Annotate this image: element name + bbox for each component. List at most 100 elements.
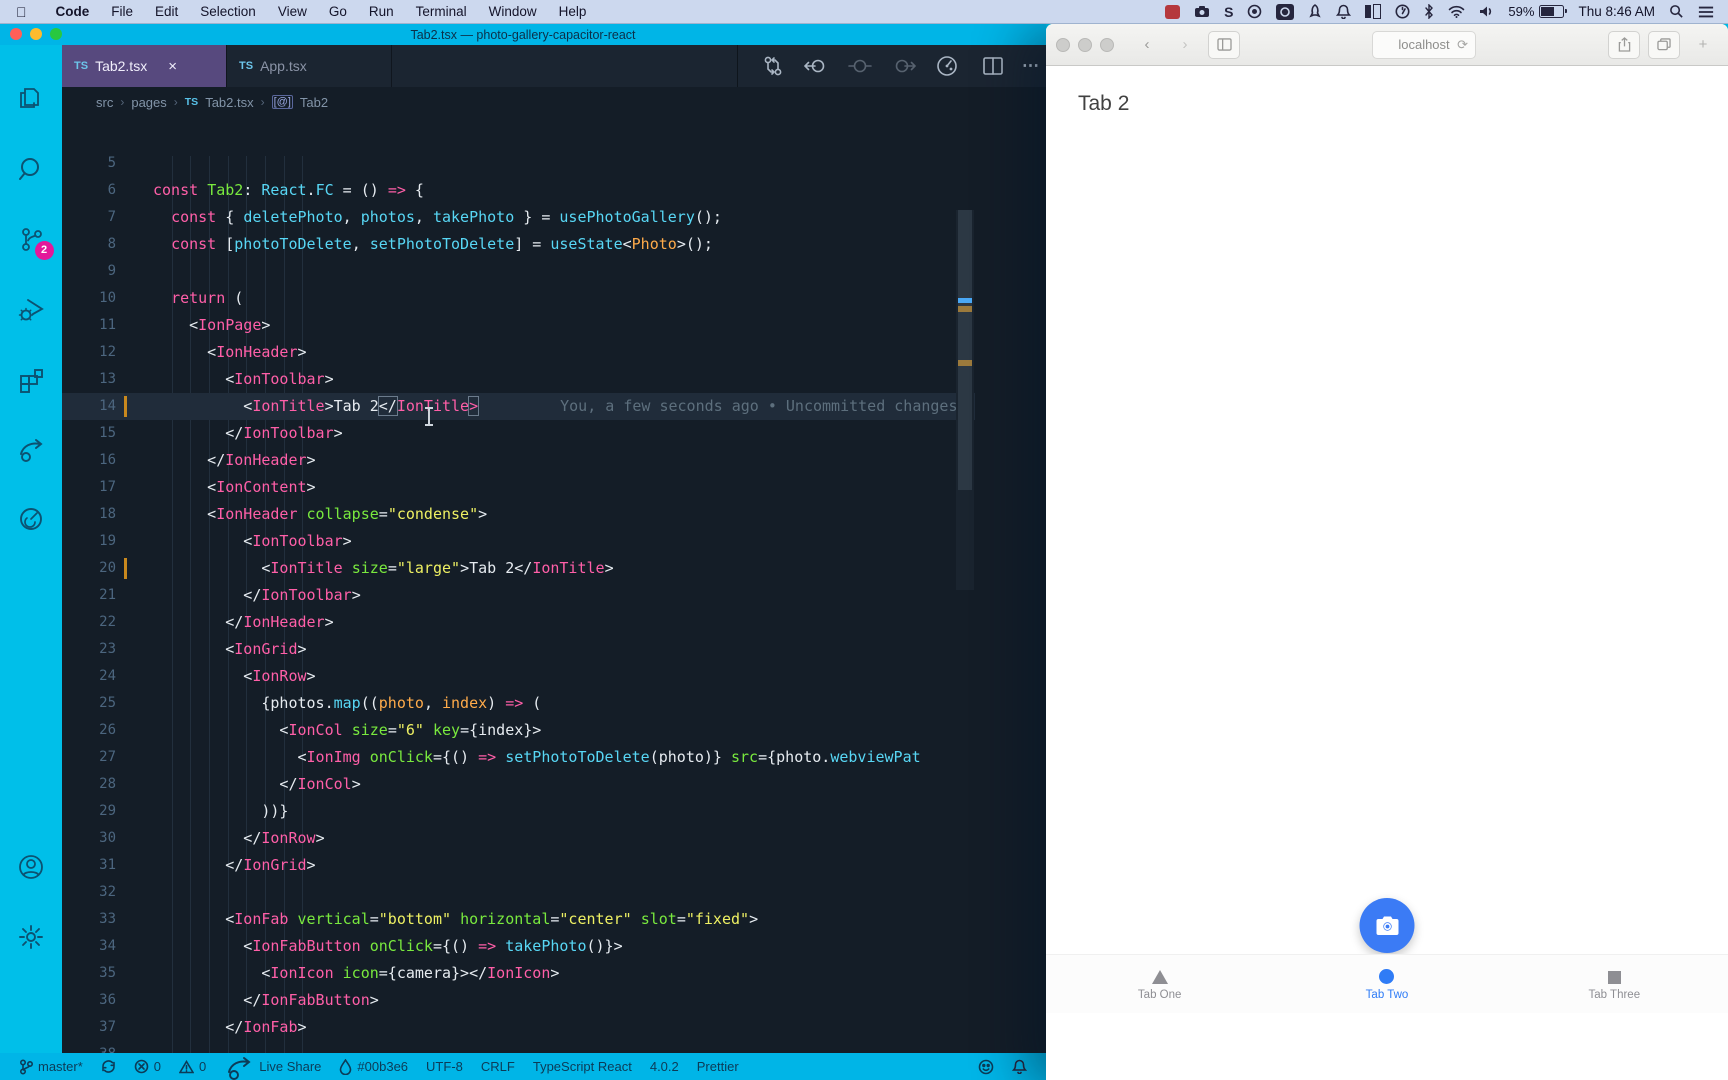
breadcrumb-item[interactable]: Tab2.tsx bbox=[205, 95, 253, 110]
menu-code[interactable]: Code bbox=[45, 4, 101, 19]
tab-overview-button[interactable] bbox=[1648, 30, 1680, 59]
rocket-icon[interactable] bbox=[1308, 3, 1322, 21]
status-item-sync-icon[interactable] bbox=[92, 1058, 125, 1076]
code-line-32[interactable]: 32 bbox=[62, 879, 975, 906]
reload-icon[interactable]: ⟳ bbox=[1457, 37, 1468, 53]
code-line-15[interactable]: 15 </IonToolbar> bbox=[62, 420, 975, 447]
more-actions-icon[interactable]: ⋯ bbox=[1022, 56, 1040, 76]
screen-record-icon[interactable] bbox=[1276, 3, 1295, 21]
code-line-35[interactable]: 35 <IonIcon icon={camera}></IonIcon> bbox=[62, 960, 975, 987]
code-line-24[interactable]: 24 <IonRow> bbox=[62, 663, 975, 690]
account-icon[interactable] bbox=[0, 841, 62, 893]
code-line-18[interactable]: 18 <IonHeader collapse="condense"> bbox=[62, 501, 975, 528]
battery-indicator[interactable]: 59% bbox=[1508, 4, 1568, 19]
code-line-31[interactable]: 31 </IonGrid> bbox=[62, 852, 975, 879]
zoom-window-button[interactable] bbox=[50, 28, 62, 40]
code-line-27[interactable]: 27 <IonImg onClick={() => setPhotoToDele… bbox=[62, 744, 975, 771]
status-item-bell-icon[interactable] bbox=[1003, 1058, 1036, 1076]
minimize-window-button[interactable] bbox=[1078, 37, 1092, 52]
s-logo-icon[interactable]: S bbox=[1224, 3, 1233, 21]
menu-bar-clock[interactable]: Thu 8:46 AM bbox=[1578, 4, 1655, 19]
code-line-22[interactable]: 22 </IonHeader> bbox=[62, 609, 975, 636]
address-bar[interactable]: localhost ⟳ bbox=[1372, 30, 1476, 59]
explorer-icon[interactable] bbox=[0, 73, 62, 125]
close-window-button[interactable] bbox=[10, 28, 22, 40]
status-item-feedback-icon[interactable] bbox=[969, 1058, 1003, 1076]
source-control-icon[interactable]: 2 bbox=[0, 213, 62, 265]
code-line-8[interactable]: 8 const [photoToDelete, setPhotoToDelete… bbox=[62, 231, 975, 258]
code-line-17[interactable]: 17 <IonContent> bbox=[62, 474, 975, 501]
code-line-5[interactable]: 5 bbox=[62, 150, 975, 177]
code-line-20[interactable]: 20 <IonTitle size="large">Tab 2</IonTitl… bbox=[62, 555, 975, 582]
ionic-tab-tab-two[interactable]: Tab Two bbox=[1273, 955, 1500, 1013]
status-item-0[interactable]: 0 bbox=[170, 1058, 215, 1076]
code-line-33[interactable]: 33 <IonFab vertical="bottom" horizontal=… bbox=[62, 906, 975, 933]
settings-icon[interactable] bbox=[0, 911, 62, 963]
breadcrumb-item[interactable]: Tab2 bbox=[300, 95, 328, 110]
back-button[interactable]: ‹ bbox=[1132, 32, 1162, 58]
menu-edit[interactable]: Edit bbox=[144, 4, 189, 19]
run-debug-icon[interactable] bbox=[0, 283, 62, 335]
code-line-38[interactable]: 38 bbox=[62, 1041, 975, 1053]
code-line-29[interactable]: 29 ))} bbox=[62, 798, 975, 825]
sidebar-toggle-button[interactable] bbox=[1208, 30, 1240, 59]
search-icon[interactable] bbox=[0, 143, 62, 195]
menu-run[interactable]: Run bbox=[358, 4, 405, 19]
status-item-0[interactable]: 0 bbox=[125, 1058, 170, 1076]
code-line-11[interactable]: 11 <IonPage> bbox=[62, 312, 975, 339]
code-line-30[interactable]: 30 </IonRow> bbox=[62, 825, 975, 852]
camera-fab-button[interactable] bbox=[1359, 898, 1415, 953]
menu-terminal[interactable]: Terminal bbox=[405, 4, 478, 19]
zoom-window-button[interactable] bbox=[1100, 37, 1114, 52]
open-changes-icon[interactable] bbox=[762, 55, 784, 77]
menu-view[interactable]: View bbox=[267, 4, 318, 19]
status-item-typescript-react[interactable]: TypeScript React bbox=[524, 1059, 641, 1074]
status-item-utf-8[interactable]: UTF-8 bbox=[417, 1059, 472, 1074]
vscode-title-bar[interactable]: Tab2.tsx — photo-gallery-capacitor-react bbox=[0, 24, 1046, 45]
share-button[interactable] bbox=[1608, 30, 1640, 59]
status-item-prettier[interactable]: Prettier bbox=[688, 1059, 748, 1074]
spotlight-search-icon[interactable] bbox=[1669, 3, 1684, 21]
live-share-icon[interactable] bbox=[0, 423, 62, 475]
code-line-25[interactable]: 25 {photos.map((photo, index) => ( bbox=[62, 690, 975, 717]
film-icon[interactable] bbox=[1165, 3, 1181, 21]
status-item-master-[interactable]: master* bbox=[10, 1058, 92, 1076]
code-line-10[interactable]: 10 return ( bbox=[62, 285, 975, 312]
compass-icon[interactable] bbox=[1395, 3, 1410, 21]
wifi-icon[interactable] bbox=[1448, 3, 1465, 21]
bell-icon[interactable] bbox=[1336, 3, 1352, 21]
volume-icon[interactable] bbox=[1479, 3, 1494, 21]
code-line-34[interactable]: 34 <IonFabButton onClick={() => takePhot… bbox=[62, 933, 975, 960]
new-tab-button[interactable]: + bbox=[1688, 32, 1718, 58]
code-line-9[interactable]: 9 bbox=[62, 258, 975, 285]
minimize-window-button[interactable] bbox=[30, 28, 42, 40]
status-item-live-share[interactable]: Live Share bbox=[215, 1056, 330, 1080]
menu-selection[interactable]: Selection bbox=[189, 4, 267, 19]
close-tab-icon[interactable]: × bbox=[168, 58, 177, 75]
menu-file[interactable]: File bbox=[100, 4, 144, 19]
split-editor-icon[interactable] bbox=[982, 55, 1004, 77]
code-line-7[interactable]: 7 const { deletePhoto, photos, takePhoto… bbox=[62, 204, 975, 231]
code-line-23[interactable]: 23 <IonGrid> bbox=[62, 636, 975, 663]
ionic-tab-tab-one[interactable]: Tab One bbox=[1046, 955, 1273, 1013]
remote-icon[interactable] bbox=[0, 493, 62, 545]
extensions-icon[interactable] bbox=[0, 353, 62, 405]
code-line-19[interactable]: 19 <IonToolbar> bbox=[62, 528, 975, 555]
timeline-icon[interactable] bbox=[936, 55, 958, 77]
menu-help[interactable]: Help bbox=[548, 4, 598, 19]
nav-back-icon[interactable] bbox=[804, 57, 828, 75]
code-line-13[interactable]: 13 <IonToolbar> bbox=[62, 366, 975, 393]
code-line-28[interactable]: 28 </IonCol> bbox=[62, 771, 975, 798]
camera-icon[interactable] bbox=[1194, 3, 1210, 21]
status-item-crlf[interactable]: CRLF bbox=[472, 1059, 524, 1074]
code-line-26[interactable]: 26 <IonCol size="6" key={index}> bbox=[62, 717, 975, 744]
editor-tab-tab2.tsx[interactable]: TS Tab2.tsx × bbox=[62, 45, 227, 87]
code-line-16[interactable]: 16 </IonHeader> bbox=[62, 447, 975, 474]
forward-button[interactable]: › bbox=[1170, 32, 1200, 58]
editor-tab-app.tsx[interactable]: TS App.tsx bbox=[227, 45, 392, 87]
bluetooth-icon[interactable] bbox=[1424, 3, 1434, 21]
code-line-21[interactable]: 21 </IonToolbar> bbox=[62, 582, 975, 609]
menu-go[interactable]: Go bbox=[318, 4, 358, 19]
status-item-4-0-2[interactable]: 4.0.2 bbox=[641, 1059, 688, 1074]
status-item--00b3e6[interactable]: #00b3e6 bbox=[330, 1058, 417, 1076]
